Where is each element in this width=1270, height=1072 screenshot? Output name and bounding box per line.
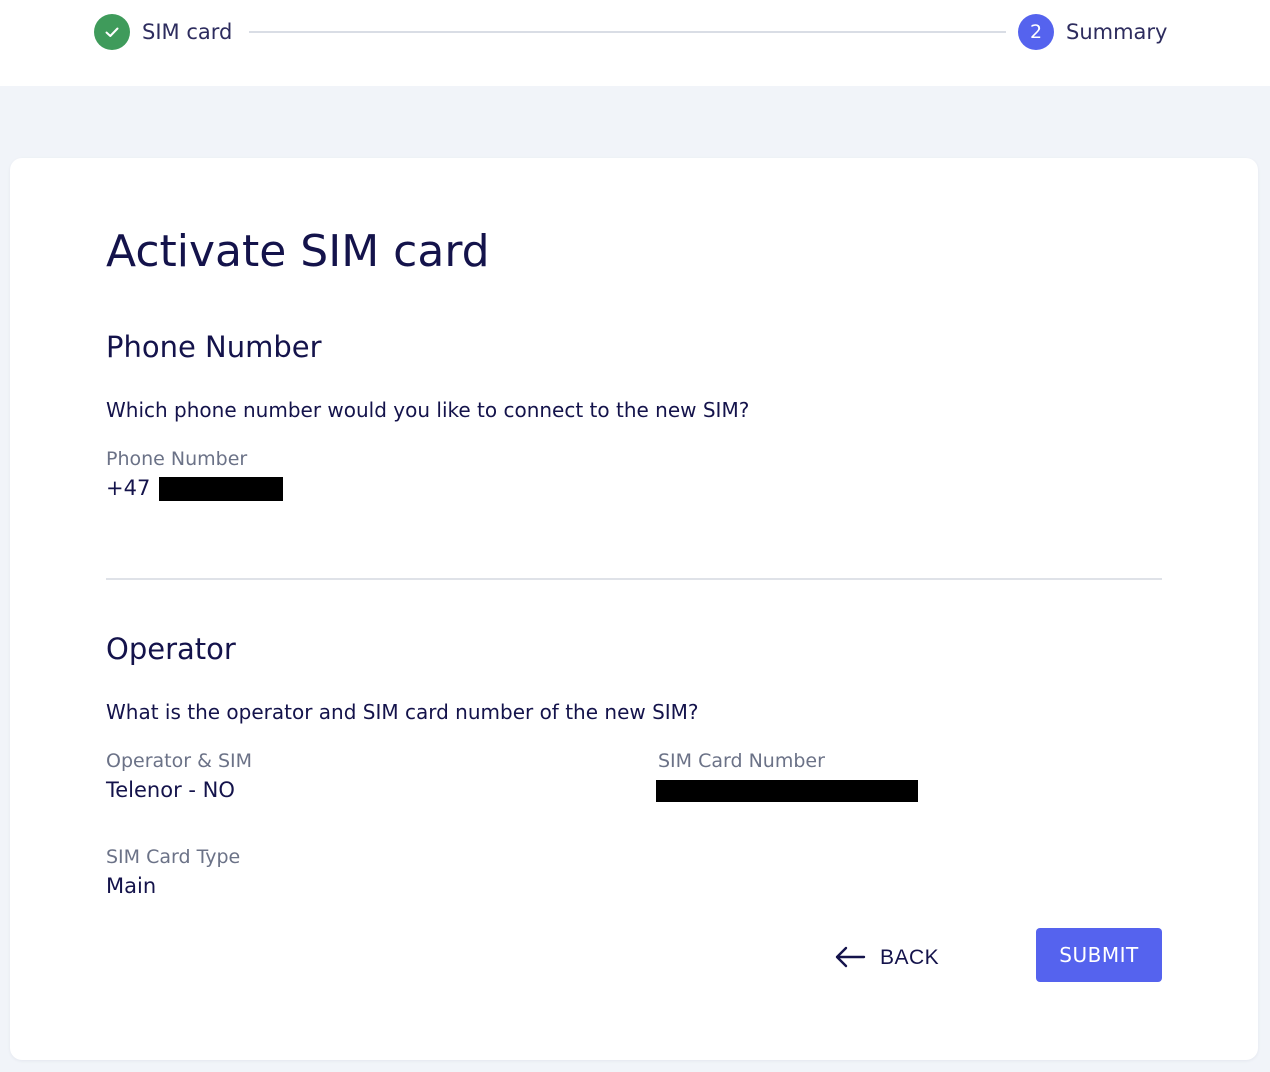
operator-value: Telenor - NO [106, 778, 235, 802]
section-divider [106, 578, 1162, 580]
redacted-phone-number [159, 477, 284, 501]
step-summary[interactable]: 2 Summary [1018, 14, 1167, 50]
back-button[interactable]: BACK [834, 940, 939, 976]
sim-card-type-label: SIM Card Type [106, 846, 241, 868]
step-connector [249, 31, 1006, 33]
phone-prefix: +47 [106, 476, 151, 500]
phone-number-label: Phone Number [106, 448, 248, 470]
back-label: BACK [880, 946, 940, 969]
page-title: Activate SIM card [106, 226, 490, 277]
sim-card-number-label: SIM Card Number [658, 750, 825, 772]
stepper: SIM card 2 Summary [0, 0, 1270, 86]
activation-card: Activate SIM card Phone Number Which pho… [10, 158, 1258, 1060]
redacted-sim-number [656, 780, 918, 802]
step-number: 2 [1018, 14, 1054, 50]
arrow-left-icon [834, 946, 866, 971]
phone-question: Which phone number would you like to con… [106, 398, 750, 422]
phone-number-value: +47 [106, 476, 284, 501]
operator-section-heading: Operator [106, 632, 236, 666]
operator-label: Operator & SIM [106, 750, 252, 772]
step-label: SIM card [142, 20, 233, 44]
operator-question: What is the operator and SIM card number… [106, 700, 699, 724]
step-label: Summary [1066, 20, 1168, 44]
sim-card-number-value [656, 778, 918, 802]
submit-button[interactable]: SUBMIT [1036, 928, 1162, 982]
check-icon [94, 14, 130, 50]
sim-card-type-value: Main [106, 874, 157, 898]
step-sim-card[interactable]: SIM card [94, 14, 232, 50]
phone-section-heading: Phone Number [106, 330, 322, 364]
